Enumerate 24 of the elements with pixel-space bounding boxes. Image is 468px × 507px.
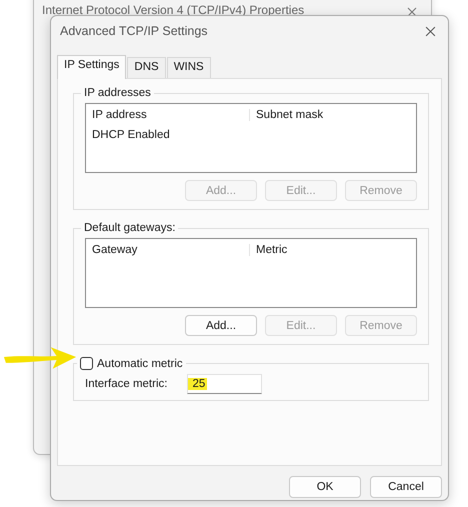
column-header[interactable]: Subnet mask [249, 109, 416, 121]
input-field[interactable]: 25 [187, 374, 262, 394]
list-button[interactable]: Add... [185, 315, 257, 336]
column-header[interactable]: Metric [249, 244, 416, 256]
list-item[interactable]: DHCP Enabled [92, 129, 170, 141]
window-title: Advanced TCP/IP Settings [60, 24, 208, 38]
column-header[interactable]: Gateway [86, 244, 249, 256]
close-icon[interactable] [407, 7, 417, 17]
window-title: Internet Protocol Version 4 (TCP/IPv4) Properties [42, 3, 304, 17]
list-box[interactable]: Gateway Metric [85, 238, 417, 308]
list-box[interactable]: IP address Subnet mask DHCP Enabled [85, 103, 417, 173]
dialog-button[interactable]: Cancel [370, 476, 442, 498]
group-label: IP addresses [83, 87, 152, 99]
column-header[interactable]: IP address [86, 109, 249, 121]
checkbox-label: Automatic metric [97, 358, 183, 370]
tab[interactable]: IP Settings [57, 55, 126, 79]
close-icon[interactable] [425, 26, 436, 36]
field-value: 25 [188, 378, 208, 390]
tab[interactable]: WINS [166, 57, 211, 78]
tab[interactable]: DNS [127, 57, 166, 78]
field-label: Interface metric: [85, 378, 168, 390]
dialog-button[interactable]: OK [289, 476, 361, 498]
checkbox[interactable] [80, 357, 93, 370]
group-label: Default gateways: [83, 222, 176, 234]
